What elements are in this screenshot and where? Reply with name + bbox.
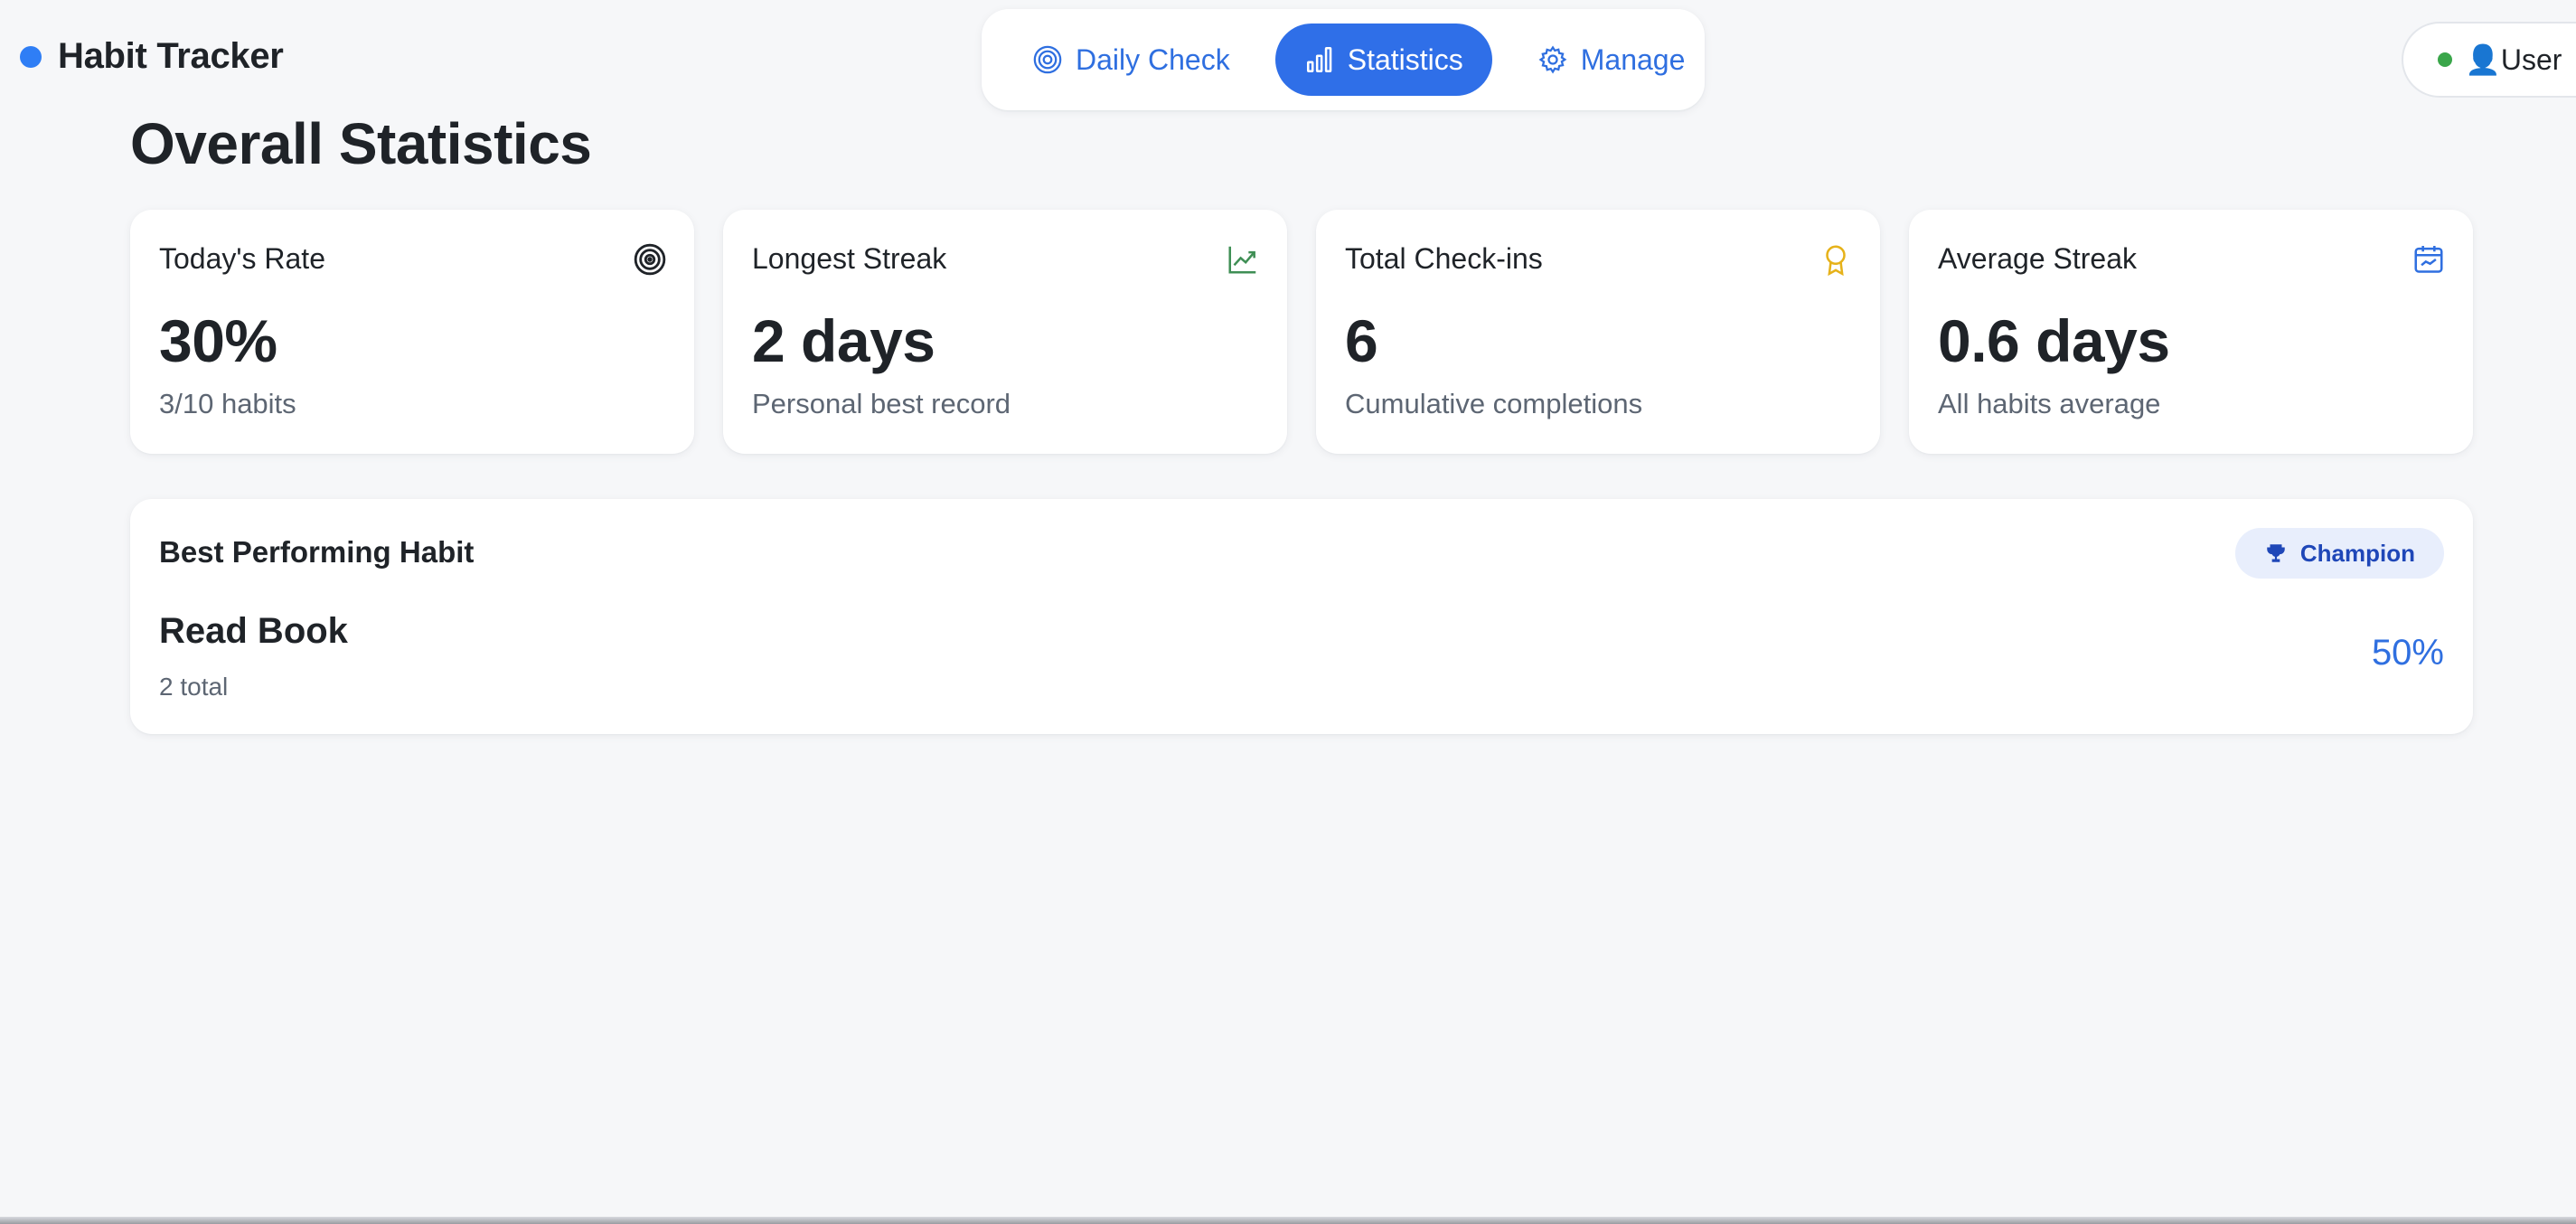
best-habit-total: 2 total xyxy=(159,673,229,701)
tab-label: Statistics xyxy=(1347,42,1463,76)
bar-chart-icon xyxy=(1306,46,1332,73)
stat-label: Total Check-ins xyxy=(1345,242,1543,275)
tab-label: Manage xyxy=(1580,42,1686,76)
trending-up-icon xyxy=(1228,246,1256,274)
tab-label: Daily Check xyxy=(1076,42,1230,76)
stat-card-today-rate: Today's Rate 30% 3/10 habits xyxy=(130,210,694,454)
brand: Habit Tracker xyxy=(20,36,284,77)
stat-label: Today's Rate xyxy=(159,242,325,275)
stat-card-longest-streak: Longest Streak 2 days Personal best reco… xyxy=(723,210,1287,454)
app-title: Habit Tracker xyxy=(58,36,284,76)
stat-subtitle: 3/10 habits xyxy=(159,388,296,419)
stat-subtitle: All habits average xyxy=(1938,388,2161,419)
stat-label: Average Streak xyxy=(1938,242,2137,275)
best-habit-rate: 50% xyxy=(2371,633,2444,673)
tab-daily-check[interactable]: Daily Check xyxy=(1003,24,1259,96)
stat-card-average-streak: Average Streak 0.6 days All habits avera… xyxy=(1909,210,2473,454)
best-habit-card: Best Performing Habit Champion Read Book… xyxy=(130,499,2473,734)
stat-value: 0.6 days xyxy=(1938,307,2170,374)
award-icon xyxy=(1826,245,1846,277)
stat-card-total-checkins: Total Check-ins 6 Cumulative completions xyxy=(1316,210,1880,454)
champion-badge: Champion xyxy=(2234,528,2444,579)
stat-label: Longest Streak xyxy=(752,242,947,275)
user-label: 👤User xyxy=(2465,43,2562,76)
tab-statistics[interactable]: Statistics xyxy=(1274,24,1492,96)
badge-label: Champion xyxy=(2299,539,2415,567)
target-icon xyxy=(634,243,666,276)
online-status-icon xyxy=(2438,52,2452,67)
stat-subtitle: Cumulative completions xyxy=(1345,388,1643,419)
best-habit-title: Best Performing Habit xyxy=(159,535,475,569)
stat-value: 2 days xyxy=(752,307,935,374)
best-habit-name: Read Book xyxy=(159,611,348,651)
tab-manage[interactable]: Manage xyxy=(1509,24,1715,96)
window-bottom-edge xyxy=(0,1217,2576,1224)
target-icon xyxy=(1033,45,1062,74)
calendar-icon xyxy=(2414,245,2443,273)
stat-cards: Today's Rate 30% 3/10 habits Longest Str… xyxy=(130,210,2473,454)
stat-value: 6 xyxy=(1345,307,1378,374)
stat-value: 30% xyxy=(159,307,277,374)
page-title: Overall Statistics xyxy=(130,111,592,176)
brand-dot-icon xyxy=(20,45,42,68)
main-nav: Daily Check Statistics Manage xyxy=(982,9,1705,110)
app-root: Habit Tracker Daily Check Statistics Man… xyxy=(0,0,2576,1224)
gear-icon xyxy=(1538,45,1567,74)
trophy-icon xyxy=(2267,544,2285,562)
user-menu-button[interactable]: 👤User xyxy=(2402,22,2576,98)
stat-subtitle: Personal best record xyxy=(752,388,1011,419)
